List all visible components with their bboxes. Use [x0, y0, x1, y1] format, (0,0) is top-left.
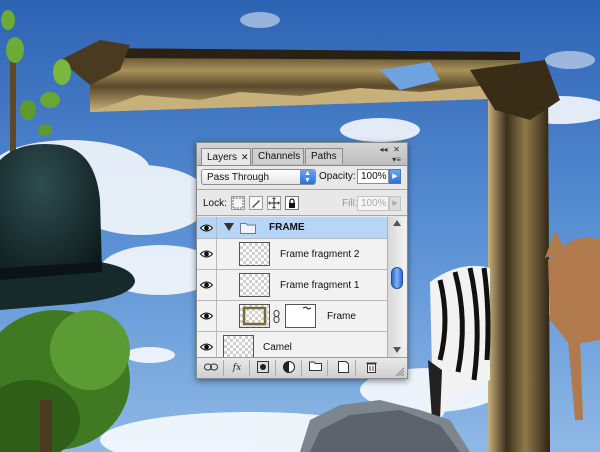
folder-icon — [240, 222, 256, 237]
tab-layers[interactable]: Layers ✕ — [201, 148, 251, 165]
eye-icon[interactable] — [197, 217, 217, 238]
panel-menu-icon[interactable]: ▾≡ — [391, 155, 402, 164]
fill-field[interactable]: 100% — [357, 196, 389, 211]
opacity-field[interactable]: 100% — [357, 169, 389, 184]
divider — [197, 215, 407, 216]
link-chain-icon[interactable] — [273, 310, 280, 326]
panel-tab-bar: Layers ✕ Channels Paths ◂◂ ✕ ▾≡ — [197, 143, 407, 166]
disclosure-triangle-icon[interactable] — [224, 223, 234, 231]
opacity-label: Opacity: — [319, 171, 356, 182]
layer-name: Frame fragment 1 — [280, 280, 360, 291]
layers-scrollbar[interactable] — [387, 217, 406, 357]
fill-slider-arrow-icon[interactable]: ▶ — [389, 196, 401, 211]
layer-thumbnail — [239, 304, 270, 328]
tab-channels-label: Channels — [258, 151, 301, 162]
divider — [355, 360, 356, 376]
divider — [301, 360, 302, 376]
eye-icon[interactable] — [197, 332, 217, 357]
layer-row[interactable]: Frame fragment 2 — [197, 239, 387, 270]
new-group-folder-icon[interactable] — [307, 361, 323, 375]
close-panel-icon[interactable]: ✕ — [391, 145, 402, 154]
adjustment-layer-icon[interactable] — [281, 361, 297, 375]
layer-row[interactable]: Frame — [197, 301, 387, 332]
layers-panel-toolbar: fx — [197, 357, 407, 378]
add-mask-icon[interactable] — [255, 361, 271, 375]
eye-icon[interactable] — [197, 301, 217, 331]
opacity-slider-arrow-icon[interactable]: ▶ — [389, 169, 401, 184]
layer-thumbnail — [239, 242, 270, 266]
layer-thumbnail — [223, 335, 254, 357]
tab-layers-label: Layers — [207, 152, 238, 163]
new-layer-icon[interactable] — [335, 361, 351, 375]
tab-channels[interactable]: Channels — [252, 148, 304, 164]
lock-all-icon[interactable] — [285, 196, 299, 210]
blend-mode-value: Pass Through — [207, 172, 270, 183]
trash-icon[interactable] — [363, 361, 379, 375]
layer-group-row[interactable]: FRAME — [197, 217, 387, 239]
layer-row[interactable]: Camel — [197, 332, 387, 357]
layer-row[interactable]: Frame fragment 1 — [197, 270, 387, 301]
divider — [249, 360, 250, 376]
lock-position-icon[interactable] — [267, 196, 281, 210]
scroll-up-icon[interactable] — [393, 220, 401, 226]
layer-group-name: FRAME — [269, 222, 305, 233]
lock-image-pixels-icon[interactable] — [249, 196, 263, 210]
fill-label: Fill: — [342, 198, 358, 209]
layers-panel: Layers ✕ Channels Paths ◂◂ ✕ ▾≡ Pass Thro… — [196, 142, 408, 379]
chevron-updown-icon: ▲ ▼ — [300, 170, 315, 184]
layer-name: Camel — [263, 342, 292, 353]
blend-mode-select[interactable]: Pass Through ▲ ▼ — [201, 169, 316, 185]
layer-name: Frame — [327, 311, 356, 322]
scroll-down-icon[interactable] — [393, 347, 401, 353]
scrollbar-thumb[interactable] — [391, 267, 403, 289]
collapse-panel-icon[interactable]: ◂◂ — [378, 145, 389, 154]
layer-name: Frame fragment 2 — [280, 249, 360, 260]
divider — [223, 360, 224, 376]
layer-style-fx-icon[interactable]: fx — [229, 361, 245, 375]
close-tab-icon[interactable]: ✕ — [241, 152, 249, 162]
eye-icon[interactable] — [197, 270, 217, 300]
tab-paths-label: Paths — [311, 151, 337, 162]
divider — [327, 360, 328, 376]
divider — [197, 189, 407, 190]
lock-label: Lock: — [203, 198, 227, 209]
resize-grip-icon[interactable] — [395, 367, 405, 377]
eye-icon[interactable] — [197, 239, 217, 269]
link-layers-icon[interactable] — [203, 361, 219, 375]
layers-list: FRAME Frame fragment 2 Frame fragment 1 — [197, 217, 387, 357]
layer-thumbnail — [239, 273, 270, 297]
layer-mask-thumbnail[interactable] — [285, 304, 316, 328]
tab-paths[interactable]: Paths — [305, 148, 343, 164]
lock-transparent-pixels-icon[interactable] — [231, 196, 245, 210]
divider — [275, 360, 276, 376]
